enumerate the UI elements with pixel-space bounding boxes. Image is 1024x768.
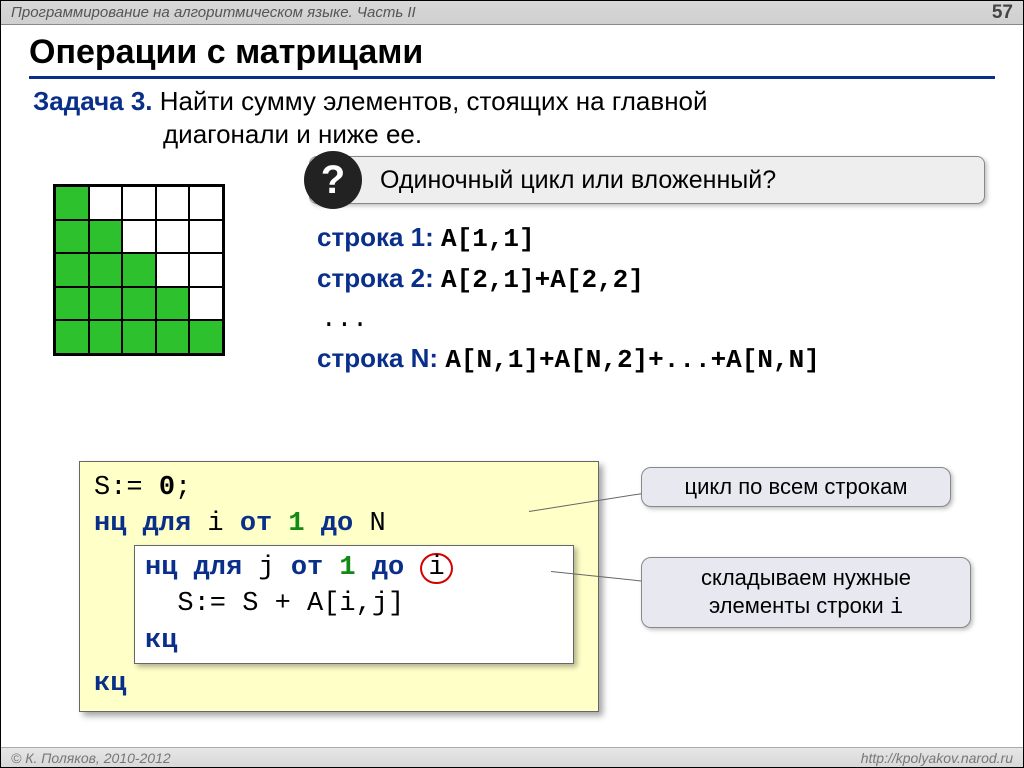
question-text: Одиночный цикл или вложенный? <box>380 166 776 195</box>
matrix-cell <box>122 253 156 287</box>
page-number: 57 <box>992 2 1013 24</box>
matrix-cell <box>156 320 190 354</box>
task-label: Задача 3. <box>33 86 153 116</box>
slide-footer: © К. Поляков, 2010-2012 http://kpolyakov… <box>1 747 1023 767</box>
matrix-cell <box>189 287 223 321</box>
matrix-cell <box>189 220 223 254</box>
task-line1: Найти сумму элементов, стоящих на главно… <box>160 86 708 116</box>
matrix-cell <box>189 320 223 354</box>
matrix-cell <box>89 186 123 220</box>
matrix-cell <box>189 253 223 287</box>
matrix-cell <box>122 186 156 220</box>
inner-code-block: нц для j от 1 до i S:= S + A[i,j] кц <box>134 545 574 664</box>
copyright: © К. Поляков, 2010-2012 <box>11 750 171 766</box>
matrix-cell <box>55 220 89 254</box>
code-block: S:= 0; нц для i от 1 до N нц для j от 1 … <box>79 461 599 712</box>
matrix-cell <box>55 320 89 354</box>
matrix-diagram <box>53 184 225 356</box>
question-box: ? Одиночный цикл или вложенный? <box>309 156 985 204</box>
circled-variable: i <box>420 553 452 584</box>
footer-url: http://kpolyakov.narod.ru <box>861 750 1013 766</box>
matrix-cell <box>156 186 190 220</box>
matrix-cell <box>55 253 89 287</box>
matrix-cell <box>89 287 123 321</box>
matrix-cell <box>89 253 123 287</box>
breadcrumb: Программирование на алгоритмическом язык… <box>11 4 416 21</box>
matrix-cell <box>55 287 89 321</box>
callout-sum-row: складываем нужные элементы строки i <box>641 557 971 628</box>
matrix-cell <box>156 253 190 287</box>
title-rule <box>29 76 995 79</box>
matrix-cell <box>156 220 190 254</box>
matrix-cell <box>189 186 223 220</box>
matrix-cell <box>89 320 123 354</box>
question-icon: ? <box>304 151 362 209</box>
task-text: Задача 3. Найти сумму элементов, стоящих… <box>33 85 995 150</box>
row-expressions: строка 1: A[1,1] строка 2: A[2,1]+A[2,2]… <box>317 218 820 380</box>
matrix-cell <box>89 220 123 254</box>
matrix-cell <box>122 320 156 354</box>
matrix-cell <box>122 220 156 254</box>
matrix-cell <box>156 287 190 321</box>
slide-title: Операции с матрицами <box>29 33 995 72</box>
callout-loop-rows: цикл по всем строкам <box>641 467 951 507</box>
matrix-cell <box>122 287 156 321</box>
ellipsis: ... <box>321 300 820 339</box>
matrix-cell <box>55 186 89 220</box>
slide-header: Программирование на алгоритмическом язык… <box>1 1 1023 25</box>
task-line2: диагонали и ниже ее. <box>163 118 995 151</box>
